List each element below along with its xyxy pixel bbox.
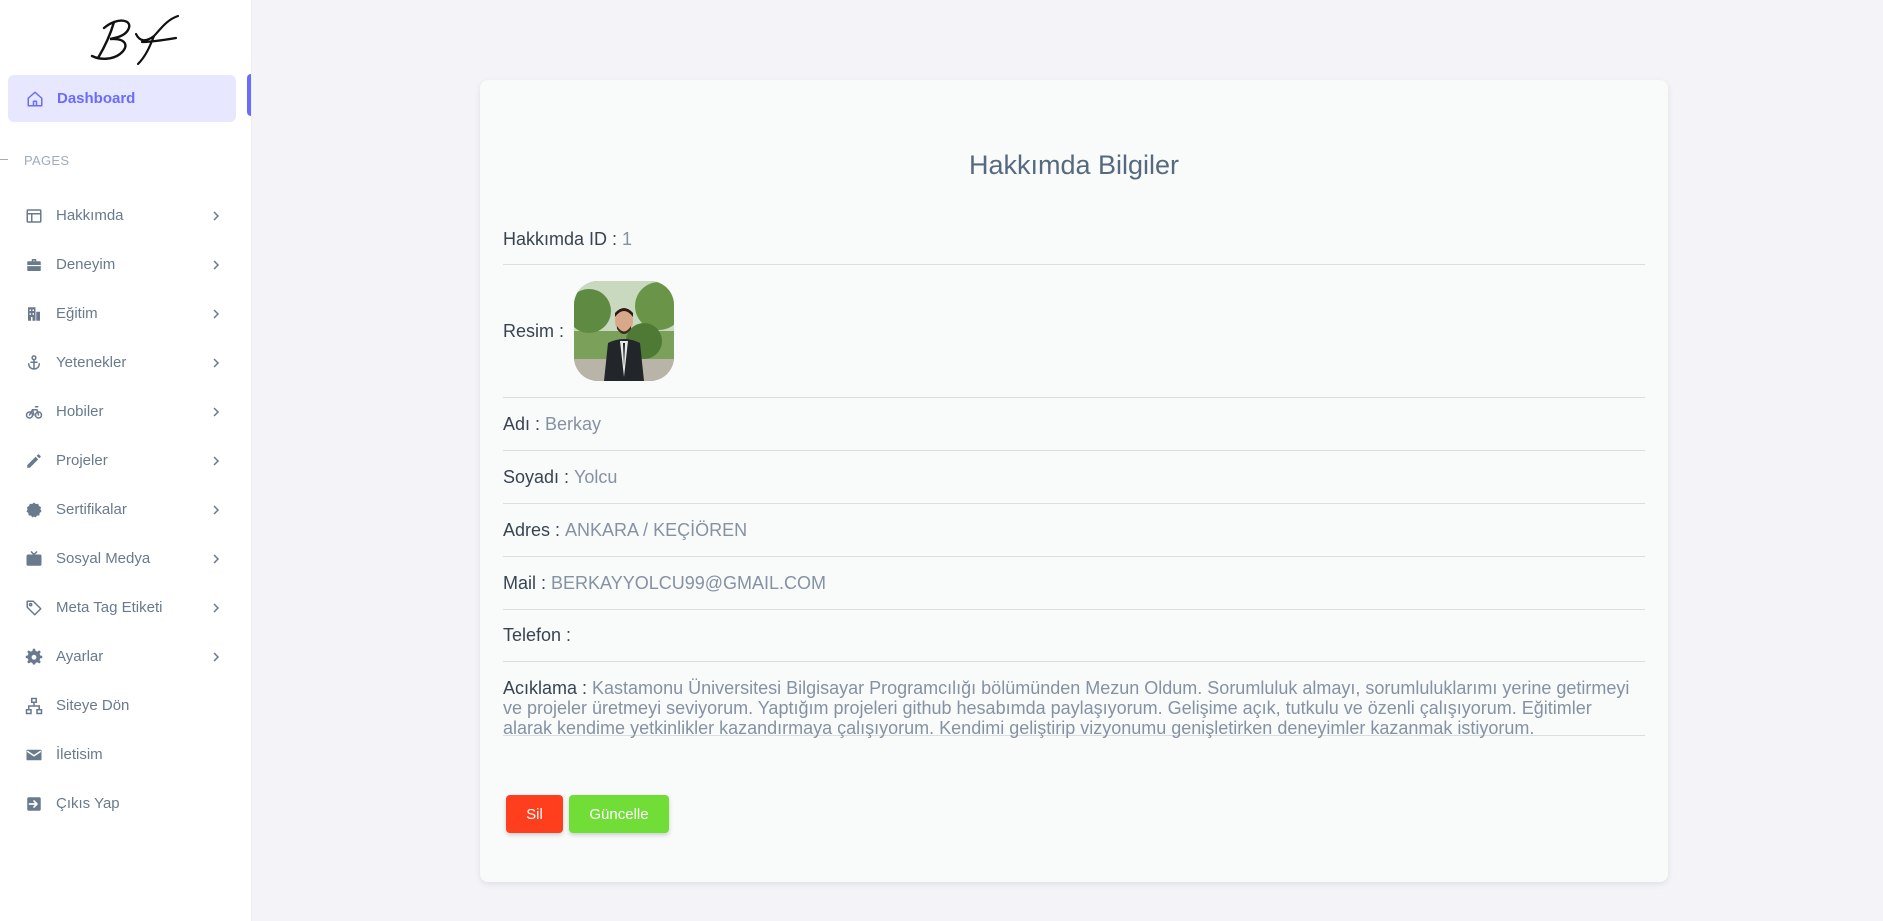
field-row-last-name: Soyadı : Yolcu (503, 451, 1645, 504)
field-row-image: Resim : (503, 265, 1645, 398)
chevron-right-icon (213, 259, 220, 270)
field-label: Acıklama : (503, 678, 593, 698)
profile-photo (574, 281, 675, 381)
sidebar-item-dashboard[interactable]: Dashboard (8, 75, 236, 122)
chevron-right-icon (213, 553, 220, 564)
logout-icon (25, 795, 43, 813)
field-label: Adı : (503, 413, 546, 434)
sidebar-item-label: Eğitim (56, 305, 98, 322)
field-label: Hakkımda ID : (503, 228, 623, 249)
chevron-right-icon (213, 357, 220, 368)
gear-icon (25, 648, 43, 666)
field-value: Kastamonu Üniversitesi Bilgisayar Progra… (503, 678, 1630, 738)
bicycle-icon (25, 403, 43, 421)
building-icon (25, 305, 43, 323)
chevron-right-icon (213, 504, 220, 515)
chevron-right-icon (213, 210, 220, 221)
sidebar-item-label: Çıkıs Yap (56, 795, 120, 812)
field-label: Mail : (503, 572, 552, 593)
sidebar-item-sosyal-medya[interactable]: Sosyal Medya (0, 534, 252, 583)
sidebar-item-label: Ayarlar (56, 648, 104, 665)
field-row-description: Acıklama : Kastamonu Üniversitesi Bilgis… (503, 662, 1645, 738)
home-icon (26, 90, 44, 108)
field-value: ANKARA / KEÇİÖREN (565, 519, 748, 540)
sidebar-item-deneyim[interactable]: Deneyim (0, 240, 252, 289)
sidebar: Dashboard PAGES Hakkımda Deneyim Eğitim … (0, 0, 252, 921)
sidebar-item-label: Projeler (56, 452, 108, 469)
field-row-address: Adres : ANKARA / KEÇİÖREN (503, 504, 1645, 557)
chevron-right-icon (213, 455, 220, 466)
sidebar-item-label: Sosyal Medya (56, 550, 151, 567)
sidebar-item-label: Yetenekler (56, 354, 127, 371)
chevron-right-icon (213, 602, 220, 613)
sidebar-item-yetenekler[interactable]: Yetenekler (0, 338, 252, 387)
sidebar-item-iletisim[interactable]: İletisim (0, 730, 252, 779)
delete-button[interactable]: Sil (506, 795, 563, 833)
about-info-card: Hakkımda Bilgiler Hakkımda ID : 1 Resim … (480, 80, 1668, 882)
sidebar-item-sertifikalar[interactable]: Sertifikalar (0, 485, 252, 534)
sidebar-item-label: Dashboard (57, 90, 136, 107)
sidebar-item-hakkimda[interactable]: Hakkımda (0, 191, 252, 240)
sidebar-item-label: Hobiler (56, 403, 104, 420)
sidebar-item-cikis-yap[interactable]: Çıkıs Yap (0, 779, 252, 828)
field-row-first-name: Adı : Berkay (503, 398, 1645, 451)
sidebar-item-hobiler[interactable]: Hobiler (0, 387, 252, 436)
sidebar-item-meta-tag[interactable]: Meta Tag Etiketi (0, 583, 252, 632)
sidebar-item-ayarlar[interactable]: Ayarlar (0, 632, 252, 681)
sidebar-item-label: Deneyim (56, 256, 116, 273)
section-divider (0, 159, 8, 160)
sidebar-item-label: Meta Tag Etiketi (56, 599, 163, 616)
sidebar-item-egitim[interactable]: Eğitim (0, 289, 252, 338)
field-label: Resim : (503, 320, 570, 341)
mail-icon (25, 746, 43, 764)
briefcase-icon (25, 256, 43, 274)
field-value: Berkay (545, 413, 602, 434)
chevron-right-icon (213, 651, 220, 662)
field-label: Soyadı : (503, 466, 575, 487)
sidebar-item-siteye-don[interactable]: Siteye Dön (0, 681, 252, 730)
layout-icon (25, 207, 43, 225)
chevron-right-icon (213, 406, 220, 417)
field-row-id: Hakkımda ID : 1 (503, 214, 1645, 265)
update-button[interactable]: Güncelle (569, 795, 669, 833)
field-label: Adres : (503, 519, 566, 540)
field-row-mail: Mail : BERKAYYOLCU99@GMAIL.COM (503, 557, 1645, 610)
sidebar-item-label: Siteye Dön (56, 697, 130, 714)
tag-icon (25, 599, 43, 617)
field-value: Yolcu (574, 466, 618, 487)
section-label: PAGES (24, 153, 70, 168)
anchor-icon (25, 354, 43, 372)
tv-icon (25, 550, 43, 568)
field-value: BERKAYYOLCU99@GMAIL.COM (551, 572, 827, 593)
chevron-right-icon (213, 308, 220, 319)
sitemap-icon (25, 697, 43, 715)
pencil-icon (25, 452, 43, 470)
description-text: Acıklama : Kastamonu Üniversitesi Bilgis… (503, 678, 1645, 738)
active-indicator (247, 74, 251, 116)
sidebar-menu: Hakkımda Deneyim Eğitim Yetenekler Hobil… (0, 191, 252, 828)
sidebar-item-label: Hakkımda (56, 207, 124, 224)
sidebar-item-label: İletisim (56, 746, 103, 763)
badge-icon (25, 501, 43, 519)
field-row-phone: Telefon : (503, 610, 1645, 662)
page-title: Hakkımda Bilgiler (968, 150, 1180, 180)
sidebar-item-projeler[interactable]: Projeler (0, 436, 252, 485)
sidebar-item-label: Sertifikalar (56, 501, 127, 518)
field-value: 1 (622, 228, 633, 249)
logo[interactable] (84, 12, 184, 68)
field-label: Telefon : (503, 625, 577, 645)
